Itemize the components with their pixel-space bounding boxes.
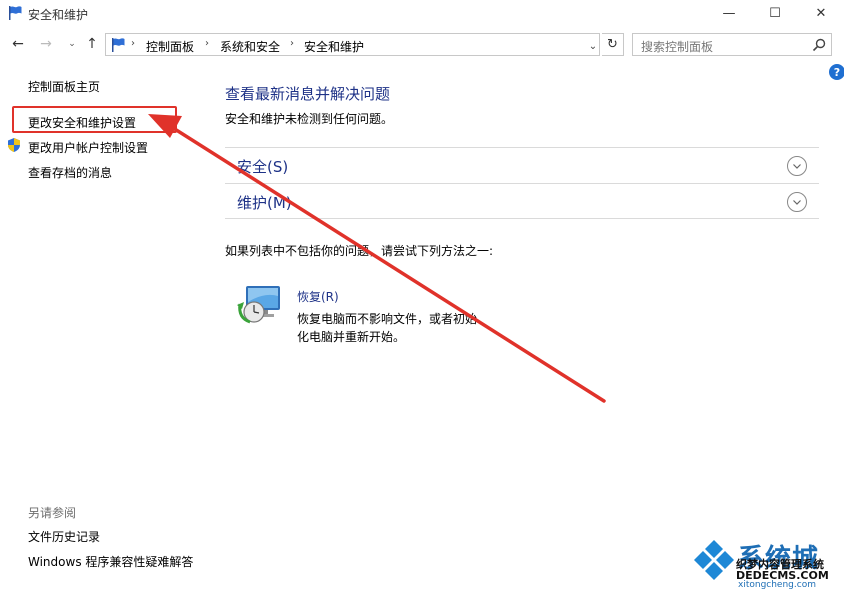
recovery-icon[interactable] — [236, 282, 284, 326]
watermark: 系统城 织梦内容管理系统 DEDECMS.COM xitongcheng.com — [690, 536, 844, 591]
minimize-button[interactable]: — — [706, 0, 752, 26]
left-pane: 控制面板主页 更改安全和维护设置 更改用户帐户控制设置 查看存档的消息 另请参阅… — [0, 60, 200, 591]
compatibility-troubleshooter-link[interactable]: Windows 程序兼容性疑难解答 — [28, 553, 193, 570]
shield-icon — [8, 138, 20, 152]
recovery-description: 恢复电脑而不影响文件，或者初始化电脑并重新开始。 — [297, 312, 478, 344]
breadcrumb-system-security[interactable]: 系统和安全 — [220, 38, 280, 55]
help-icon[interactable]: ? — [829, 64, 844, 80]
refresh-button[interactable]: ↻ — [602, 33, 624, 56]
address-dropdown-button[interactable]: ⌄ — [586, 38, 600, 54]
windows-logo-icon — [694, 540, 734, 580]
maximize-button[interactable]: ☐ — [752, 0, 798, 26]
recovery-link[interactable]: 恢复(R) — [297, 288, 339, 305]
page-title: 查看最新消息并解决问题 — [225, 85, 391, 103]
close-button[interactable]: ✕ — [798, 0, 844, 26]
annotation-highlight-box — [12, 106, 177, 133]
search-placeholder: 搜索控制面板 — [641, 40, 714, 54]
navigation-bar: ← → ⌄ ↑ › 控制面板 › 系统和安全 › 安全和维护 ⌄ ↻ 搜索控制面… — [0, 30, 844, 58]
status-message: 安全和维护未检测到任何问题。 — [225, 112, 394, 126]
watermark-domain: xitongcheng.com — [738, 580, 816, 590]
window-title: 安全和维护 — [28, 8, 89, 22]
breadcrumb-separator[interactable]: › — [290, 38, 294, 49]
security-section-label: 安全(S) — [237, 158, 289, 176]
back-button[interactable]: ← — [8, 34, 28, 54]
maintenance-section-label: 维护(M) — [237, 194, 292, 212]
breadcrumb-security-maintenance[interactable]: 安全和维护 — [304, 38, 364, 55]
flag-icon — [9, 6, 22, 20]
security-section-header[interactable]: 安全(S) — [225, 147, 819, 183]
maintenance-section-header[interactable]: 维护(M) — [225, 183, 819, 219]
flag-icon — [112, 38, 125, 52]
forward-button[interactable]: → — [36, 34, 56, 54]
section-divider — [225, 218, 819, 219]
file-history-link[interactable]: 文件历史记录 — [28, 528, 100, 545]
breadcrumb-control-panel[interactable]: 控制面板 — [146, 38, 194, 55]
breadcrumb-separator: › — [131, 38, 135, 49]
breadcrumb-separator[interactable]: › — [205, 38, 209, 49]
troubleshoot-hint: 如果列表中不包括你的问题，请尝试下列方法之一: — [225, 244, 494, 258]
chevron-down-icon[interactable] — [787, 156, 807, 176]
view-archived-messages-link[interactable]: 查看存档的消息 — [28, 164, 112, 181]
see-also-label: 另请参阅 — [28, 506, 77, 520]
search-input[interactable]: 搜索控制面板 — [632, 33, 832, 56]
recent-locations-button[interactable]: ⌄ — [62, 34, 82, 54]
change-uac-settings-link[interactable]: 更改用户帐户控制设置 — [28, 139, 148, 156]
address-bar[interactable]: › 控制面板 › 系统和安全 › 安全和维护 ⌄ — [105, 33, 600, 56]
control-panel-home-link[interactable]: 控制面板主页 — [28, 78, 100, 95]
title-bar: 安全和维护 — ☐ ✕ — [0, 0, 844, 26]
up-button[interactable]: ↑ — [82, 34, 102, 54]
search-icon[interactable] — [811, 37, 827, 53]
chevron-down-icon[interactable] — [787, 192, 807, 212]
